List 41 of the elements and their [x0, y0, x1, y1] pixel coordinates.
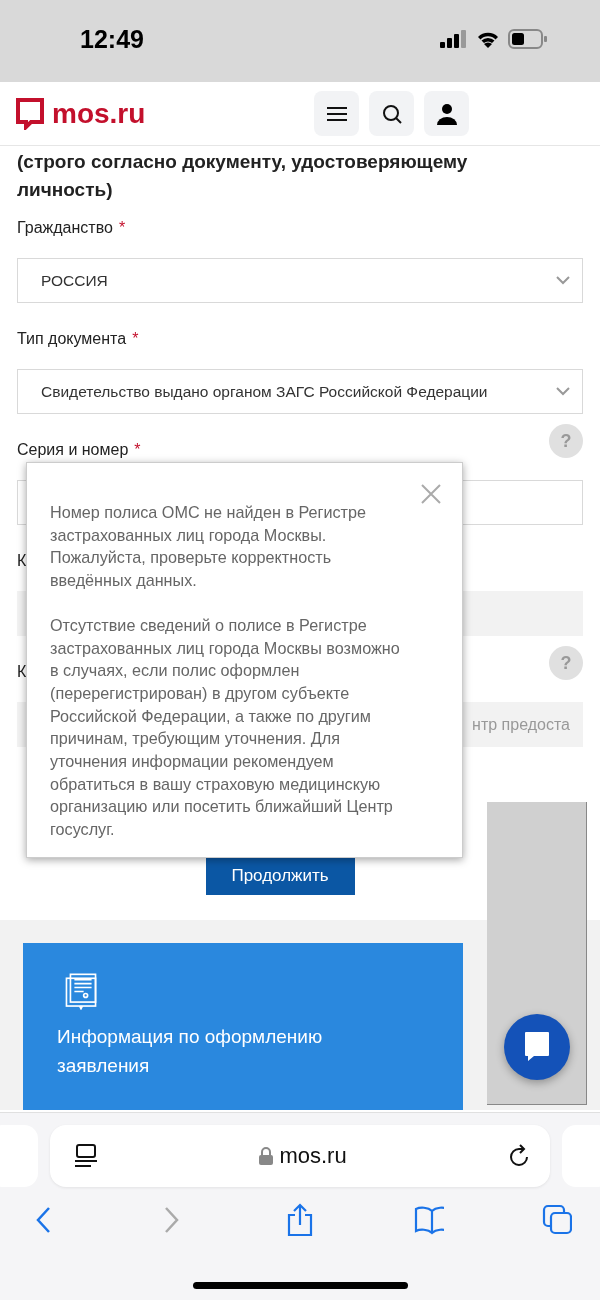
required-mark: *	[118, 219, 126, 237]
person-icon	[435, 102, 458, 125]
form-heading: (строго согласно документу, удостоверяющему личность)	[17, 150, 469, 202]
wifi-icon	[476, 30, 500, 48]
reload-icon[interactable]	[508, 1144, 530, 1168]
select-field[interactable]: РОССИЯ	[17, 258, 583, 303]
select-field[interactable]: Свидетельство выдано органом ЗАГС Российской Федерации	[17, 369, 583, 414]
address-text: mos.ru	[279, 1143, 347, 1169]
site-logo[interactable]: mos.ru	[52, 97, 146, 130]
page-menu-icon[interactable]	[74, 1143, 98, 1169]
battery-icon	[508, 29, 548, 49]
close-icon[interactable]	[420, 483, 442, 505]
chevron-down-icon	[556, 387, 570, 396]
card-title: Информация по оформлению заявления	[57, 1025, 324, 1078]
profile-button[interactable]	[424, 91, 469, 136]
field-label: Серия и номер	[17, 441, 129, 459]
required-mark: *	[134, 441, 141, 459]
forward-icon	[163, 1206, 180, 1234]
status-time: 12:49	[80, 24, 144, 54]
search-button[interactable]	[369, 91, 414, 136]
chat-icon	[524, 1031, 550, 1063]
address-bar[interactable]: mos.ru	[50, 1125, 550, 1187]
speech-bubble-logo-icon	[16, 97, 44, 130]
field-label: К	[17, 663, 27, 681]
signal-icon	[440, 30, 468, 48]
share-button[interactable]	[285, 1203, 315, 1237]
field-label: Гражданство	[17, 219, 113, 237]
search-icon	[381, 103, 402, 124]
back-icon	[35, 1206, 51, 1234]
field-label: К	[17, 552, 27, 570]
menu-icon	[326, 105, 347, 122]
dialog-message: Номер полиса ОМС не найден в Регистре застрахованных лиц города Москвы. Пожалуйста, проверьте корректность введённых данных.	[50, 502, 368, 592]
dialog-message: Отсутствие сведений о полисе в Регистре застрахованных лиц города Москвы возможно в случаях, если полис оформлен (перерегистрирован) в другом субъекте Российской Федерации, а также по другим причинам, требующим уточнения. Для уточнения информации рекомендуем обратиться в вашу страховую медицинскую организацию или посетить ближайший Центр госуслуг.	[50, 614, 401, 841]
info-card[interactable]: Информация по оформлению заявления	[23, 943, 463, 1110]
field-label: Тип документа	[17, 330, 127, 348]
chevron-down-icon	[556, 276, 570, 285]
lock-icon	[259, 1147, 274, 1165]
menu-button[interactable]	[314, 91, 359, 136]
tabs-button[interactable]	[542, 1203, 572, 1237]
required-mark: *	[132, 330, 139, 348]
continue-button[interactable]: Продолжить	[205, 857, 355, 895]
